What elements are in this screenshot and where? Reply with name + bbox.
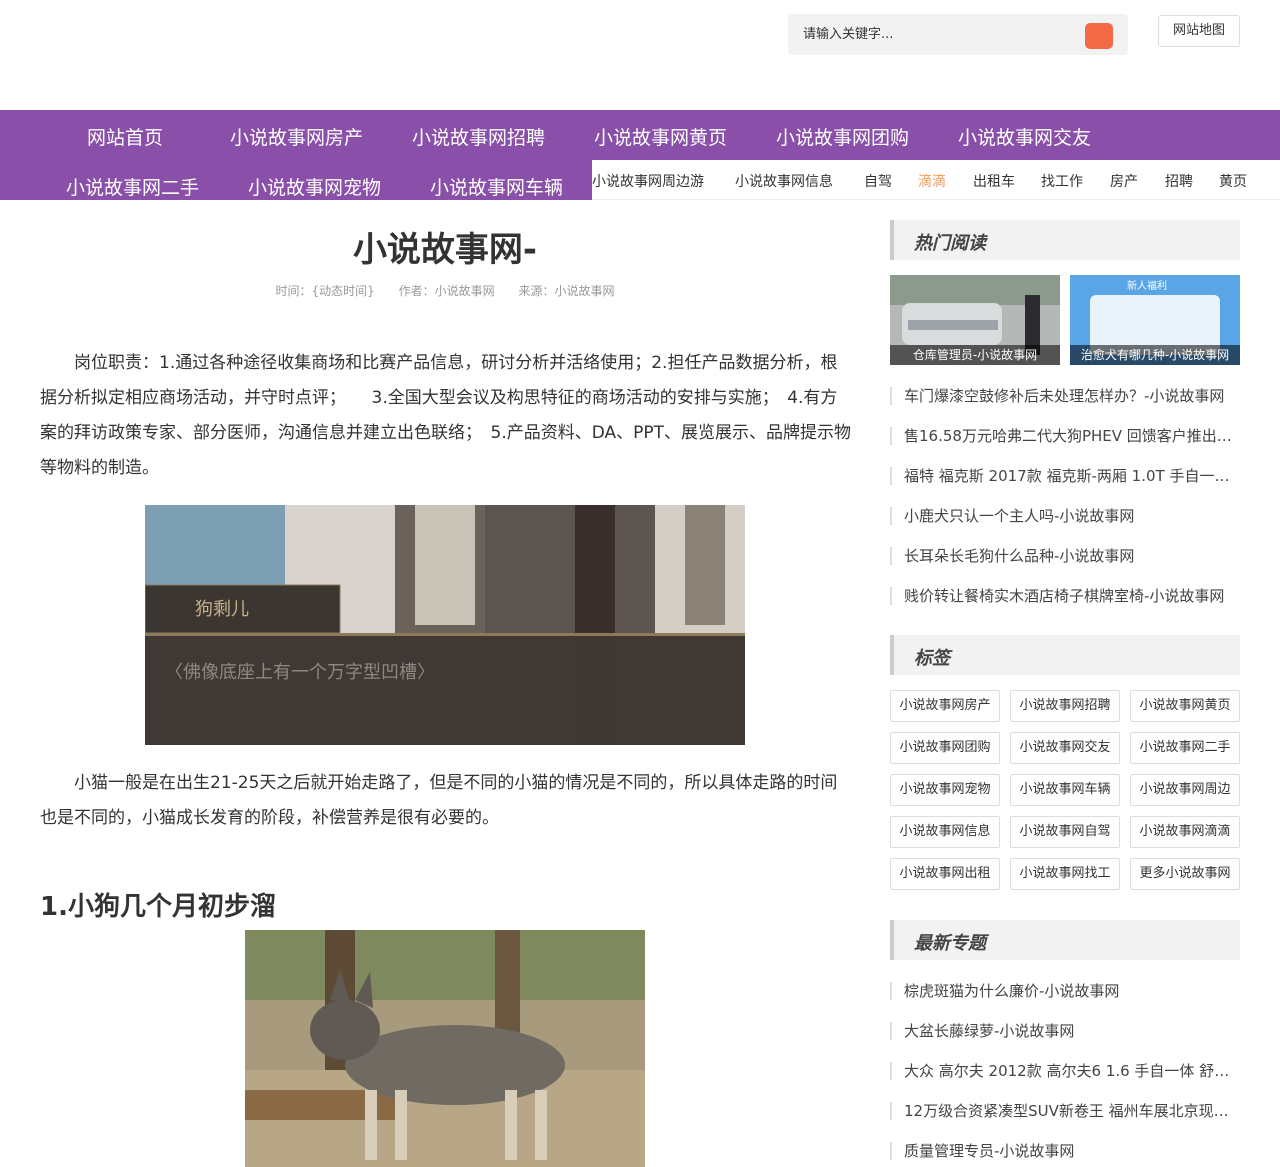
topic-link-1[interactable]: 棕虎斑猫为什么廉价-小说故事网 <box>890 982 1240 1000</box>
game-screenshot-image: 狗剩儿 〈佛像底座上有一个万字型凹槽〉 <box>145 505 745 745</box>
nav-item-vehicles[interactable]: 小说故事网车辆 <box>430 173 563 200</box>
tag-item[interactable]: 小说故事网找工 <box>1010 858 1120 890</box>
search-box <box>788 14 1128 55</box>
article-title: 小说故事网- <box>352 230 538 270</box>
app-banner-title: 新人福利 <box>1127 279 1167 292</box>
subnav-item-findjob[interactable]: 找工作 <box>1041 171 1083 191</box>
nav-item-dating[interactable]: 小说故事网交友 <box>958 123 1091 150</box>
topic-link-4[interactable]: 12万级合资紧凑型SUV新卷王 福州车展北京现代途胜L-小说故事网 <box>890 1102 1240 1120</box>
hot-link-5[interactable]: 长耳朵长毛狗什么品种-小说故事网 <box>890 547 1240 565</box>
thumb-caption-1: 仓库管理员-小说故事网 <box>890 345 1060 365</box>
subnav-item-tour[interactable]: 小说故事网周边游 <box>592 171 704 191</box>
subnav-item-house[interactable]: 房产 <box>1110 171 1138 191</box>
topic-link-5[interactable]: 质量管理专员-小说故事网 <box>890 1142 1240 1160</box>
tag-item[interactable]: 小说故事网滴滴 <box>1130 816 1240 848</box>
game-character-name: 狗剩儿 <box>195 599 249 620</box>
nav-item-secondhand[interactable]: 小说故事网二手 <box>66 173 199 200</box>
hot-link-3[interactable]: 福特 福克斯 2017款 福克斯-两厢 1.0T 手自一体 风尚型智行版-小说故… <box>890 467 1240 485</box>
subnav-item-info[interactable]: 小说故事网信息 <box>735 171 833 191</box>
article-meta: 时间：{动态时间} 作者：小说故事网 来源：小说故事网 <box>40 282 850 299</box>
topic-link-3[interactable]: 大众 高尔夫 2012款 高尔夫6 1.6 手自一体 舒适型-小说故事网 <box>890 1062 1240 1080</box>
tag-item[interactable]: 小说故事网招聘 <box>1010 690 1120 722</box>
nav-item-yellowpages[interactable]: 小说故事网黄页 <box>594 123 727 150</box>
tag-item[interactable]: 小说故事网车辆 <box>1010 774 1120 806</box>
tag-item[interactable]: 小说故事网二手 <box>1130 732 1240 764</box>
tag-item[interactable]: 小说故事网房产 <box>890 690 1000 722</box>
dog-photo-art <box>245 930 645 1167</box>
tag-item[interactable]: 小说故事网宠物 <box>890 774 1000 806</box>
article-paragraph-2: 小猫一般是在出生21-25天之后就开始走路了，但是不同的小猫的情况是不同的，所以… <box>40 773 838 828</box>
thumb-card-2[interactable]: 新人福利 治愈犬有哪几种-小说故事网 <box>1070 275 1240 365</box>
latest-topics-title: 最新专题 <box>914 933 986 954</box>
tag-item[interactable]: 小说故事网出租 <box>890 858 1000 890</box>
subnav-item-recruit[interactable]: 招聘 <box>1165 171 1193 191</box>
hot-reading-title: 热门阅读 <box>914 233 986 254</box>
subnav-item-pages[interactable]: 黄页 <box>1219 171 1247 191</box>
nav-item-realestate[interactable]: 小说故事网房产 <box>230 123 363 150</box>
section-heading: 1.小狗几个月初步溜 <box>40 892 276 922</box>
hot-link-2[interactable]: 售16.58万元哈弗二代大狗PHEV 回馈客户推出限时优惠-小说故事网 <box>890 427 1240 445</box>
hot-link-6[interactable]: 贱价转让餐椅实木酒店椅子棋牌室椅-小说故事网 <box>890 587 1240 605</box>
hot-link-1[interactable]: 车门爆漆空鼓修补后未处理怎样办？-小说故事网 <box>890 387 1240 405</box>
tag-item[interactable]: 更多小说故事网 <box>1130 858 1240 890</box>
tag-item[interactable]: 小说故事网团购 <box>890 732 1000 764</box>
game-dialog-text: 〈佛像底座上有一个万字型凹槽〉 <box>165 662 435 683</box>
search-input[interactable] <box>788 14 1078 55</box>
nav-item-groupbuy[interactable]: 小说故事网团购 <box>776 123 909 150</box>
nav-item-jobs[interactable]: 小说故事网招聘 <box>412 123 545 150</box>
article-paragraph: 岗位职责：1.通过各种途径收集商场和比赛产品信息，研讨分析并活络使用；2.担任产… <box>40 353 852 478</box>
site-header: 网站地图 <box>0 0 1280 110</box>
hot-reading-header: 热门阅读 <box>890 220 1240 260</box>
tag-item[interactable]: 小说故事网自驾 <box>1010 816 1120 848</box>
tag-item[interactable]: 小说故事网黄页 <box>1130 690 1240 722</box>
sitemap-button[interactable]: 网站地图 <box>1158 15 1240 47</box>
subnav-item-selfdrive[interactable]: 自驾 <box>864 171 892 191</box>
hot-link-4[interactable]: 小鹿犬只认一个主人吗-小说故事网 <box>890 507 1240 525</box>
tag-item[interactable]: 小说故事网信息 <box>890 816 1000 848</box>
dog-photo-image <box>245 930 645 1167</box>
thumb-card-1[interactable]: 仓库管理员-小说故事网 <box>890 275 1060 365</box>
meta-source: 来源：小说故事网 <box>518 284 615 298</box>
main-nav: 网站首页 小说故事网房产 小说故事网招聘 小说故事网黄页 小说故事网团购 小说故… <box>0 110 1280 160</box>
sub-nav: 小说故事网周边游 小说故事网信息 自驾 滴滴 出租车 找工作 房产 招聘 黄页 <box>592 160 1280 200</box>
subnav-item-didi[interactable]: 滴滴 <box>918 171 946 191</box>
tags-header: 标签 <box>890 635 1240 675</box>
tag-item[interactable]: 小说故事网交友 <box>1010 732 1120 764</box>
meta-author: 作者：小说故事网 <box>398 284 495 298</box>
meta-time: 时间：{动态时间} <box>275 284 375 298</box>
thumb-caption-2: 治愈犬有哪几种-小说故事网 <box>1070 345 1240 365</box>
game-scene-art: 狗剩儿 〈佛像底座上有一个万字型凹槽〉 <box>145 505 745 745</box>
main-nav-row2: 小说故事网二手 小说故事网宠物 小说故事网车辆 <box>0 160 592 200</box>
subnav-item-taxi[interactable]: 出租车 <box>973 171 1015 191</box>
search-button[interactable] <box>1085 23 1113 49</box>
nav-item-pets[interactable]: 小说故事网宠物 <box>248 173 381 200</box>
latest-topics-header: 最新专题 <box>890 920 1240 960</box>
nav-item-home[interactable]: 网站首页 <box>87 123 163 150</box>
tags-title: 标签 <box>914 648 950 669</box>
topic-link-2[interactable]: 大盆长藤绿萝-小说故事网 <box>890 1022 1240 1040</box>
tag-item[interactable]: 小说故事网周边 <box>1130 774 1240 806</box>
